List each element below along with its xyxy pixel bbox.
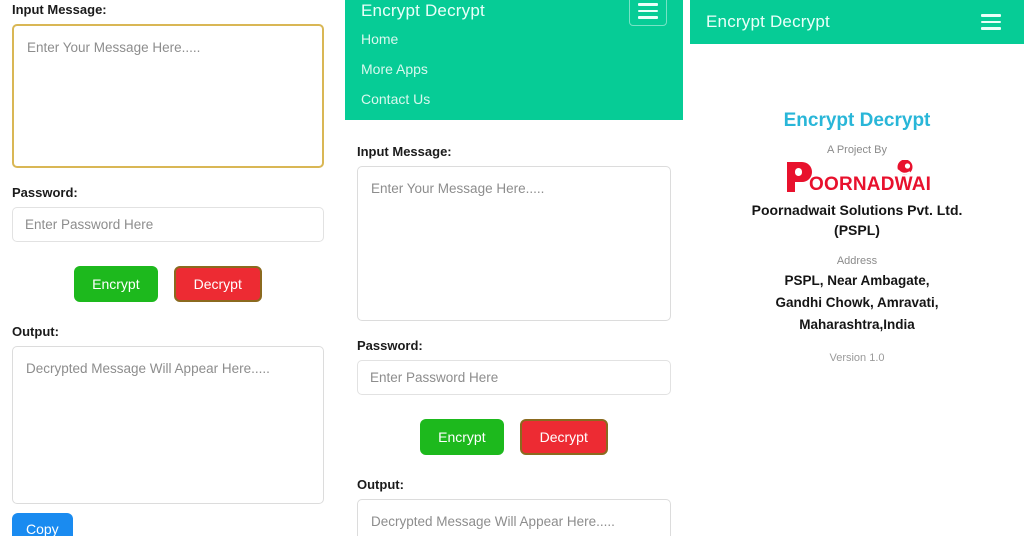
password-label: Password: — [357, 338, 423, 353]
decrypt-button[interactable]: Decrypt — [173, 266, 262, 302]
middle-form: Input Message: Enter Your Message Here..… — [345, 120, 683, 536]
about-address-line1: PSPL, Near Ambagate, — [784, 272, 930, 288]
about-company-line2: (PSPL) — [834, 222, 880, 239]
output-textarea[interactable]: Decrypted Message Will Appear Here..... — [357, 499, 671, 536]
poornadwait-logo-icon: OORNADWAIT — [787, 160, 931, 194]
copy-button-row: Copy — [12, 513, 324, 536]
hamburger-menu-icon[interactable] — [974, 9, 1008, 35]
panel-left-form: Input Message: Enter Your Message Here..… — [0, 0, 336, 536]
appbar-title: Encrypt Decrypt — [706, 12, 830, 31]
output-textarea[interactable]: Decrypted Message Will Appear Here..... — [12, 346, 324, 504]
input-message-label: Input Message: — [12, 2, 107, 17]
appbar-right: Encrypt Decrypt — [690, 0, 1024, 44]
password-input[interactable]: Enter Password Here — [12, 207, 324, 242]
about-company-line1: Poornadwait Solutions Pvt. Ltd. — [751, 202, 963, 218]
output-label: Output: — [12, 324, 59, 339]
about-project-by: A Project By — [827, 144, 887, 156]
about-address-line3: Maharashtra,India — [799, 317, 915, 333]
svg-text:OORNADWAIT: OORNADWAIT — [809, 174, 931, 194]
about-version: Version 1.0 — [829, 352, 885, 365]
hamburger-menu-icon[interactable] — [629, 0, 667, 26]
copy-button[interactable]: Copy — [12, 513, 73, 536]
appbar-middle: Encrypt Decrypt — [345, 0, 683, 26]
about-address-line2: Gandhi Chowk, Amravati, — [775, 294, 939, 310]
about-title: Encrypt Decrypt — [783, 110, 931, 131]
about-address-label: Address — [836, 254, 878, 267]
input-message-textarea[interactable]: Enter Your Message Here..... — [12, 24, 324, 168]
three-panel-screenshot: Input Message: Enter Your Message Here..… — [0, 0, 1024, 536]
nav-item-contact-us[interactable]: Contact Us — [345, 84, 683, 114]
input-message-textarea[interactable]: Enter Your Message Here..... — [357, 166, 671, 321]
encrypt-button[interactable]: Encrypt — [420, 419, 504, 455]
panel-gap-right — [683, 0, 690, 536]
encrypt-button[interactable]: Encrypt — [74, 266, 158, 302]
nav-dropdown: Home More Apps Contact Us — [345, 22, 683, 120]
poornadwait-logo: OORNADWAIT — [706, 160, 1008, 194]
action-button-row: Encrypt Decrypt — [12, 266, 324, 302]
nav-item-more-apps[interactable]: More Apps — [345, 54, 683, 84]
input-message-label: Input Message: — [357, 144, 452, 159]
appbar-title: Encrypt Decrypt — [361, 1, 485, 20]
left-form: Input Message: Enter Your Message Here..… — [0, 0, 336, 536]
about-section: Encrypt Decrypt A Project By OORNADWAIT … — [690, 44, 1024, 364]
panel-right-about: Encrypt Decrypt Encrypt Decrypt A Projec… — [690, 0, 1024, 536]
action-button-row: Encrypt Decrypt — [357, 419, 671, 455]
panel-gap-left — [336, 0, 345, 536]
nav-item-home[interactable]: Home — [345, 24, 683, 54]
panel-middle-menu-open: Encrypt Decrypt Home More Apps Contact U… — [345, 0, 683, 536]
decrypt-button[interactable]: Decrypt — [519, 419, 608, 455]
password-input[interactable]: Enter Password Here — [357, 360, 671, 395]
output-label: Output: — [357, 477, 404, 492]
password-label: Password: — [12, 185, 78, 200]
